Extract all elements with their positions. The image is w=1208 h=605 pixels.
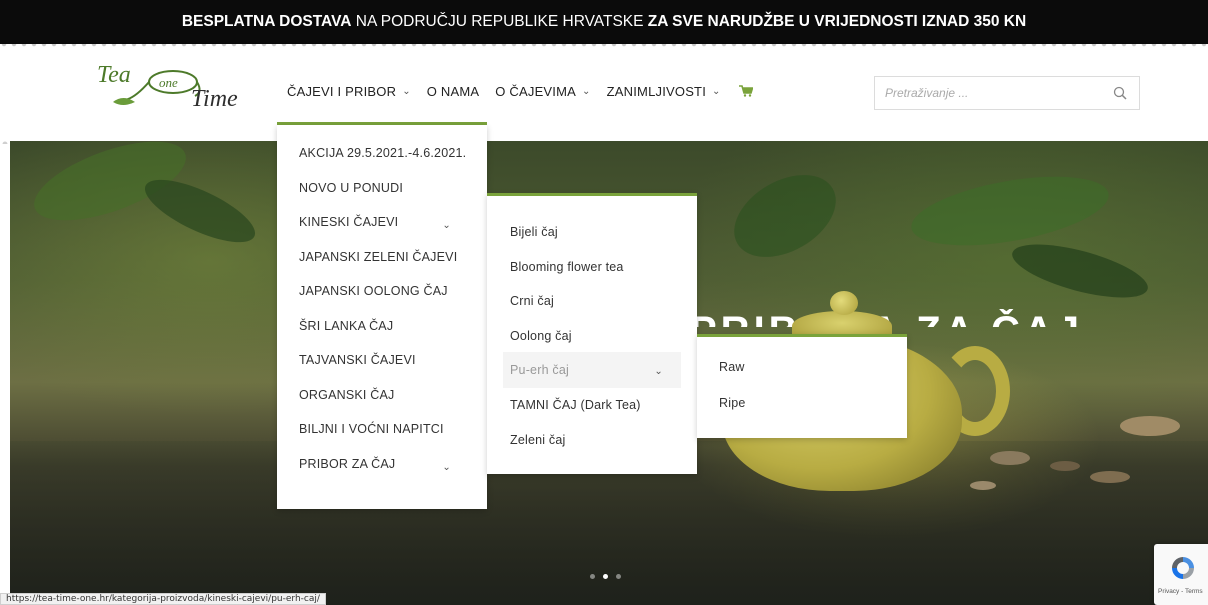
- nav-label: ČAJEVI I PRIBOR: [287, 83, 397, 99]
- svg-text:one: one: [159, 75, 178, 90]
- hero-stone: [970, 481, 996, 490]
- chevron-down-icon: ⌄: [442, 220, 451, 231]
- promo-bar: BESPLATNA DOSTAVA NA PODRUČJU REPUBLIKE …: [0, 0, 1208, 44]
- menu-item-label: Pu-erh čaj: [510, 363, 569, 377]
- nav-o-nama[interactable]: O NAMA: [427, 84, 479, 99]
- cart-icon[interactable]: [738, 85, 753, 97]
- chevron-down-icon: ⌄: [402, 85, 411, 97]
- menu-item-label: Raw: [719, 360, 745, 374]
- menu-item-zeleni-caj[interactable]: Zeleni čaj: [487, 432, 697, 467]
- recaptcha-links[interactable]: Privacy - Terms: [1158, 588, 1203, 595]
- menu-item-label: Oolong čaj: [510, 328, 572, 343]
- dropdown-kineski-cajevi: Bijeli čaj Blooming flower tea Crni čaj …: [487, 193, 697, 474]
- slider-dot[interactable]: [590, 574, 595, 579]
- menu-item-label: ŠRI LANKA ČAJ: [299, 318, 394, 333]
- hero-stone: [1050, 461, 1080, 471]
- site-header: Tea one Time ČAJEVI I PRIBOR ⌄ O NAMA O Č…: [0, 44, 1208, 144]
- menu-item-label: TAMNI ČAJ (Dark Tea): [510, 398, 641, 412]
- dropdown-cajevi-i-pribor: AKCIJA 29.5.2021.-4.6.2021. NOVO U PONUD…: [277, 125, 487, 509]
- menu-item-japanski-zeleni[interactable]: JAPANSKI ZELENI ČAJEVI: [277, 249, 487, 284]
- menu-item-label: BILJNI I VOĆNI NAPITCI: [299, 422, 444, 436]
- menu-item-label: Crni čaj: [510, 294, 554, 308]
- chevron-down-icon: ⌄: [654, 366, 663, 377]
- search-input[interactable]: [875, 77, 1095, 109]
- menu-item-organski[interactable]: ORGANSKI ČAJ: [277, 387, 487, 422]
- nav-cajevi-i-pribor[interactable]: ČAJEVI I PRIBOR ⌄: [287, 84, 411, 99]
- menu-item-sri-lanka[interactable]: ŠRI LANKA ČAJ: [277, 318, 487, 353]
- menu-item-label: AKCIJA 29.5.2021.-4.6.2021.: [299, 146, 467, 160]
- menu-item-akcija[interactable]: AKCIJA 29.5.2021.-4.6.2021.: [277, 145, 487, 180]
- chevron-down-icon: ⌄: [712, 85, 721, 97]
- menu-item-tajvanski[interactable]: TAJVANSKI ČAJEVI: [277, 352, 487, 387]
- recaptcha-icon: [1172, 557, 1194, 579]
- menu-item-label: ORGANSKI ČAJ: [299, 387, 395, 402]
- chevron-down-icon: ⌄: [442, 461, 451, 473]
- menu-item-novo-u-ponudi[interactable]: NOVO U PONUDI: [277, 180, 487, 215]
- svg-text:Tea: Tea: [97, 62, 131, 88]
- promo-region: NA PODRUČJU REPUBLIKE HRVATSKE: [351, 13, 648, 30]
- browser-status-url: https://tea-time-one.hr/kategorija-proiz…: [0, 593, 326, 605]
- search-box: [874, 76, 1140, 110]
- menu-item-bijeli-caj[interactable]: Bijeli čaj: [487, 224, 697, 259]
- promo-threshold: ZA SVE NARUDŽBE U VRIJEDNOSTI IZNAD 350 …: [647, 13, 1027, 30]
- menu-item-ripe[interactable]: Ripe: [697, 395, 907, 431]
- recaptcha-badge[interactable]: Privacy - Terms: [1154, 544, 1208, 605]
- menu-item-blooming-flower-tea[interactable]: Blooming flower tea: [487, 259, 697, 294]
- hero-stone: [1120, 416, 1180, 436]
- hero-leaf: [1007, 233, 1153, 309]
- menu-item-pribor-za-caj[interactable]: PRIBOR ZA ČAJ ⌄: [277, 456, 487, 491]
- hero-leaf: [719, 158, 851, 274]
- menu-item-japanski-oolong[interactable]: JAPANSKI OOLONG ČAJ: [277, 283, 487, 318]
- menu-item-label: JAPANSKI OOLONG ČAJ: [299, 284, 448, 298]
- menu-item-label: NOVO U PONUDI: [299, 180, 403, 195]
- menu-item-raw[interactable]: Raw: [697, 359, 907, 395]
- menu-item-label: KINESKI ČAJEVI: [299, 215, 399, 229]
- menu-item-label: Bijeli čaj: [510, 225, 558, 239]
- search-icon[interactable]: [1113, 86, 1127, 100]
- menu-item-label: Zeleni čaj: [510, 432, 566, 447]
- menu-item-label: PRIBOR ZA ČAJ: [299, 456, 396, 471]
- nav-label: O NAMA: [426, 83, 480, 99]
- menu-item-pu-erh-caj[interactable]: Pu-erh čaj ⌄: [503, 352, 681, 388]
- menu-item-label: Ripe: [719, 396, 746, 410]
- teapot-knob: [830, 291, 858, 315]
- menu-item-tamni-caj[interactable]: TAMNI ČAJ (Dark Tea): [487, 397, 697, 432]
- menu-item-label: TAJVANSKI ČAJEVI: [299, 353, 416, 367]
- menu-item-label: Blooming flower tea: [510, 259, 624, 274]
- nav-o-cajevima[interactable]: O ČAJEVIMA ⌄: [495, 84, 590, 99]
- hero-stone: [1090, 471, 1130, 483]
- slider-dots: [590, 574, 621, 579]
- nav-label: ZANIMLJIVOSTI: [606, 83, 707, 99]
- menu-item-biljni-vocni[interactable]: BILJNI I VOĆNI NAPITCI: [277, 421, 487, 456]
- svg-text:Time: Time: [191, 86, 238, 112]
- hero-leaf: [137, 167, 263, 255]
- promo-free-shipping: BESPLATNA DOSTAVA: [181, 13, 352, 30]
- nav-label: O ČAJEVIMA: [495, 83, 577, 99]
- menu-item-crni-caj[interactable]: Crni čaj: [487, 293, 697, 328]
- nav-zanimljivosti[interactable]: ZANIMLJIVOSTI ⌄: [607, 84, 721, 99]
- chevron-down-icon: ⌄: [582, 85, 591, 97]
- menu-item-label: JAPANSKI ZELENI ČAJEVI: [299, 249, 458, 264]
- site-logo[interactable]: Tea one Time: [95, 58, 250, 112]
- slider-dot-active[interactable]: [603, 574, 608, 579]
- dropdown-pu-erh-caj: Raw Ripe: [697, 334, 907, 438]
- menu-item-kineski-cajevi[interactable]: KINESKI ČAJEVI ⌄: [277, 214, 487, 249]
- hero-stone: [990, 451, 1030, 465]
- hero-leaf: [906, 164, 1114, 258]
- slider-dot[interactable]: [616, 574, 621, 579]
